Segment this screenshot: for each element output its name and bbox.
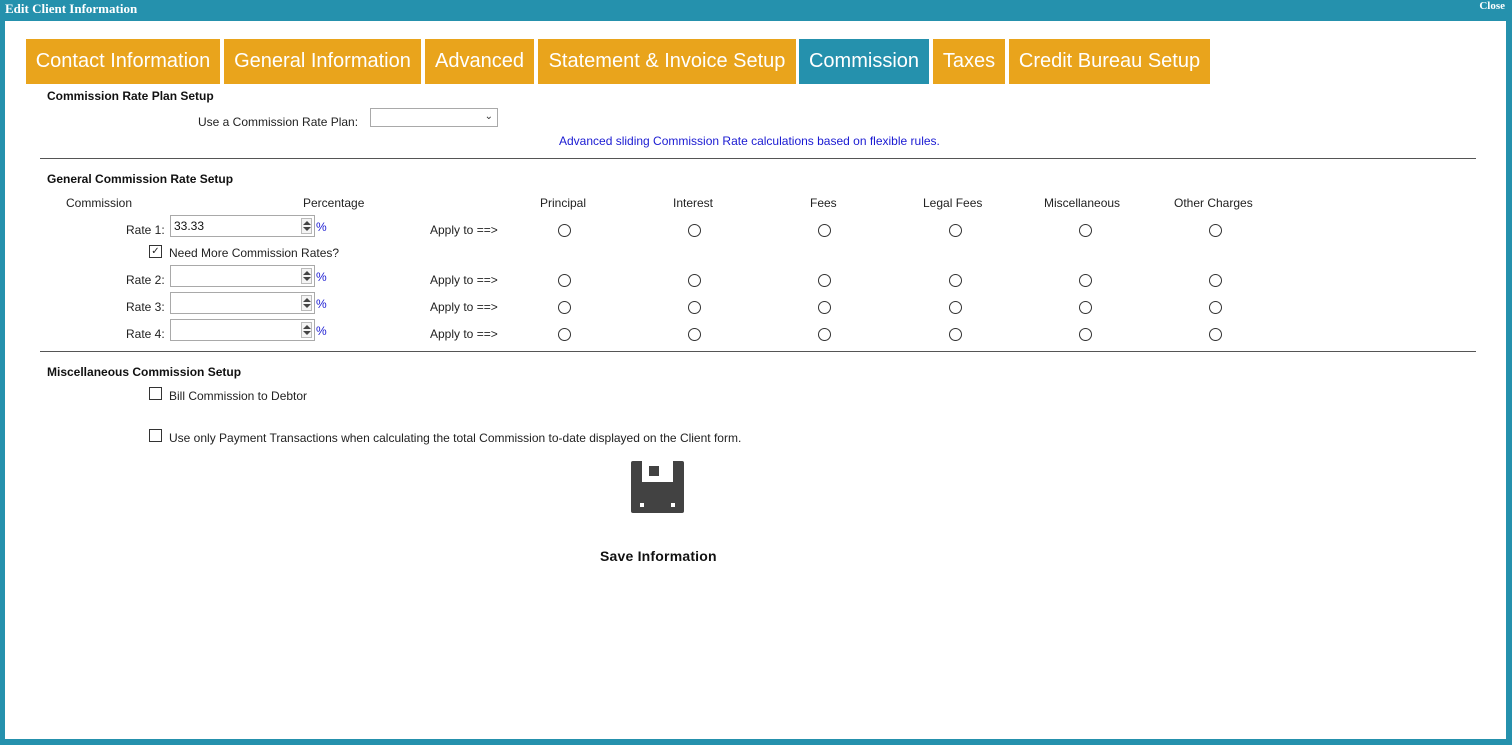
rate-2-label: Rate 2: xyxy=(126,273,165,287)
rate-2-input[interactable] xyxy=(170,265,315,287)
advanced-sliding-link[interactable]: Advanced sliding Commission Rate calcula… xyxy=(559,134,940,148)
rate-4-input[interactable] xyxy=(170,319,315,341)
rate-2-interest-radio[interactable] xyxy=(688,274,701,287)
dialog-panel: Contact Information General Information … xyxy=(5,21,1506,739)
rate-2-stepper[interactable] xyxy=(301,268,312,284)
rate-1-stepper[interactable] xyxy=(301,218,312,234)
rate-1-input[interactable]: 33.33 xyxy=(170,215,315,237)
rate-1-other-charges-radio[interactable] xyxy=(1209,224,1222,237)
rate-3-interest-radio[interactable] xyxy=(688,301,701,314)
header-other-charges: Other Charges xyxy=(1174,196,1253,210)
header-principal: Principal xyxy=(540,196,587,210)
tab-taxes[interactable]: Taxes xyxy=(933,39,1005,84)
header-fees: Fees xyxy=(810,196,837,210)
rate-3-miscellaneous-radio[interactable] xyxy=(1079,301,1092,314)
header-commission: Commission xyxy=(66,196,133,210)
rate-3-legal-fees-radio[interactable] xyxy=(949,301,962,314)
need-more-rates-checkbox[interactable]: ✓ xyxy=(149,245,162,258)
rate-1-legal-fees-radio[interactable] xyxy=(949,224,962,237)
floppy-disk-icon[interactable] xyxy=(631,461,684,513)
rate-1-fees-radio[interactable] xyxy=(818,224,831,237)
rate-3-stepper[interactable] xyxy=(301,295,312,311)
rate-4-principal-radio[interactable] xyxy=(558,328,571,341)
window-title: Edit Client Information xyxy=(5,1,138,16)
rate-1-label: Rate 1: xyxy=(126,223,165,237)
general-setup-title: General Commission Rate Setup xyxy=(47,172,234,186)
rate-1-principal-radio[interactable] xyxy=(558,224,571,237)
rate-2-other-charges-radio[interactable] xyxy=(1209,274,1222,287)
tab-contact-information[interactable]: Contact Information xyxy=(26,39,220,84)
misc-setup-title: Miscellaneous Commission Setup xyxy=(47,365,242,379)
rate-3-apply-label: Apply to ==> xyxy=(430,300,498,314)
payment-only-label: Use only Payment Transactions when calcu… xyxy=(169,431,742,445)
rate-4-label: Rate 4: xyxy=(126,327,165,341)
rate-4-miscellaneous-radio[interactable] xyxy=(1079,328,1092,341)
bill-to-debtor-checkbox[interactable] xyxy=(149,387,162,400)
tab-credit-bureau-setup[interactable]: Credit Bureau Setup xyxy=(1009,39,1210,84)
divider xyxy=(40,351,1476,352)
rate-3-input[interactable] xyxy=(170,292,315,314)
tab-commission[interactable]: Commission xyxy=(799,39,929,84)
rate-1-value: 33.33 xyxy=(174,219,205,233)
rate-3-fees-radio[interactable] xyxy=(818,301,831,314)
rate-1-percent: % xyxy=(316,220,327,234)
rate-2-apply-label: Apply to ==> xyxy=(430,273,498,287)
header-interest: Interest xyxy=(673,196,714,210)
rate-2-legal-fees-radio[interactable] xyxy=(949,274,962,287)
commission-plan-select[interactable]: ⌄ xyxy=(370,108,498,127)
tab-statement-invoice-setup[interactable]: Statement & Invoice Setup xyxy=(538,39,796,84)
save-information-button[interactable]: Save Information xyxy=(600,548,717,564)
rate-4-other-charges-radio[interactable] xyxy=(1209,328,1222,341)
rate-4-apply-label: Apply to ==> xyxy=(430,327,498,341)
rate-3-label: Rate 3: xyxy=(126,300,165,314)
rate-2-miscellaneous-radio[interactable] xyxy=(1079,274,1092,287)
rate-4-interest-radio[interactable] xyxy=(688,328,701,341)
rate-1-apply-label: Apply to ==> xyxy=(430,223,498,237)
rate-4-stepper[interactable] xyxy=(301,322,312,338)
rate-3-percent: % xyxy=(316,297,327,311)
payment-only-checkbox[interactable] xyxy=(149,429,162,442)
close-button[interactable]: Close xyxy=(1479,0,1505,12)
rate-1-interest-radio[interactable] xyxy=(688,224,701,237)
header-percentage: Percentage xyxy=(303,196,365,210)
tab-general-information[interactable]: General Information xyxy=(224,39,421,84)
divider xyxy=(40,158,1476,159)
rate-2-principal-radio[interactable] xyxy=(558,274,571,287)
rate-3-other-charges-radio[interactable] xyxy=(1209,301,1222,314)
bill-to-debtor-label: Bill Commission to Debtor xyxy=(169,389,308,403)
rate-4-percent: % xyxy=(316,324,327,338)
use-plan-label: Use a Commission Rate Plan: xyxy=(198,115,359,129)
header-miscellaneous: Miscellaneous xyxy=(1044,196,1121,210)
rate-4-legal-fees-radio[interactable] xyxy=(949,328,962,341)
rate-2-percent: % xyxy=(316,270,327,284)
rate-3-principal-radio[interactable] xyxy=(558,301,571,314)
need-more-rates-label: Need More Commission Rates? xyxy=(169,246,340,260)
header-legal-fees: Legal Fees xyxy=(923,196,983,210)
tab-advanced[interactable]: Advanced xyxy=(425,39,534,84)
rate-2-fees-radio[interactable] xyxy=(818,274,831,287)
chevron-down-icon: ⌄ xyxy=(484,111,493,122)
rate-4-fees-radio[interactable] xyxy=(818,328,831,341)
rate-1-miscellaneous-radio[interactable] xyxy=(1079,224,1092,237)
window-titlebar: Edit Client Information Close xyxy=(0,0,1512,18)
plan-setup-title: Commission Rate Plan Setup xyxy=(47,89,214,103)
